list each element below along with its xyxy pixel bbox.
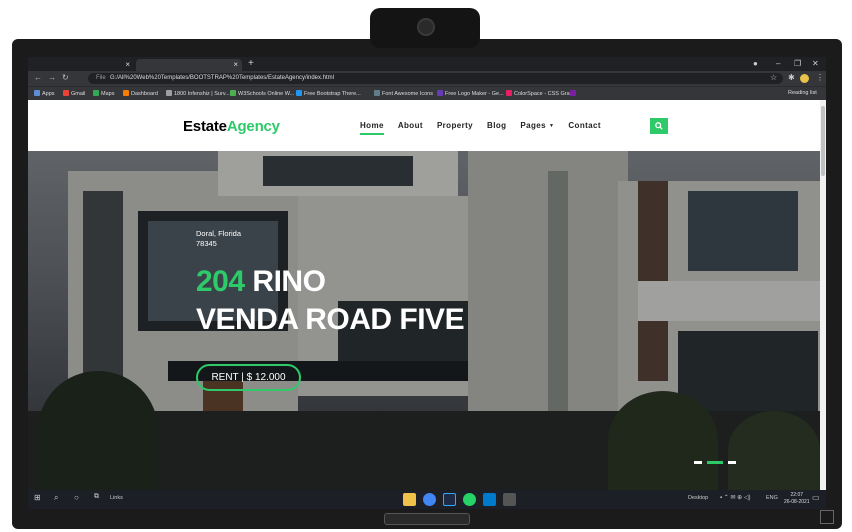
profile-avatar[interactable]: [800, 74, 809, 83]
bookmark-bootstrap[interactable]: Free Bootstrap There...: [296, 90, 361, 97]
restore-icon[interactable]: ❐: [794, 59, 801, 68]
screen: × × + ● – ❐ ✕ ← → ↻ File G:/All%20Web%20…: [28, 57, 826, 509]
url-bar[interactable]: File G:/All%20Web%20Templates/BOOTSTRAP%…: [88, 73, 783, 84]
extensions-puzzle-icon[interactable]: ✱: [788, 73, 795, 82]
bookmark-apps[interactable]: Apps: [34, 90, 55, 97]
taskbar: ⊞ ⌕ ○ ⧉ Links Desktop ▪ ⌃ ✉ ⊕ ◁) ENG 22:…: [28, 490, 826, 509]
clock[interactable]: 22:07 26-08-2021: [784, 492, 810, 506]
hero-slider: Doral, Florida 78345 204 RINO VENDA ROAD…: [28, 151, 820, 490]
rent-price-button[interactable]: RENT | $ 12.000: [196, 364, 301, 391]
links-toolbar[interactable]: Links: [110, 495, 123, 501]
website: EstateAgency Home About Property Blog Pa…: [28, 100, 826, 490]
main-nav: Home About Property Blog Pages ▼ Contact: [360, 121, 601, 135]
system-tray-icons[interactable]: ▪ ⌃ ✉ ⊕ ◁): [720, 494, 751, 501]
bookmark-star-icon[interactable]: ☆: [770, 73, 777, 82]
property-location: Doral, Florida 78345: [196, 229, 242, 248]
url-text: G:/All%20Web%20Templates/BOOTSTRAP%20Tem…: [110, 75, 334, 81]
logo-maker-icon: [437, 90, 443, 96]
minimize-icon[interactable]: –: [776, 59, 780, 68]
nav-blog[interactable]: Blog: [487, 121, 506, 130]
chrome-active-icon[interactable]: [503, 493, 516, 506]
windows-start-icon[interactable]: ⊞: [34, 493, 41, 502]
url-scheme: File: [96, 75, 106, 81]
purple-site-icon: [570, 90, 576, 96]
cortana-icon[interactable]: ○: [74, 493, 79, 502]
close-icon[interactable]: ×: [125, 60, 130, 69]
colorspace-icon: [506, 90, 512, 96]
window-close-icon[interactable]: ✕: [812, 59, 819, 68]
gmail-icon: [63, 90, 69, 96]
notification-icon[interactable]: ▭: [812, 493, 820, 502]
title-number: 204: [196, 265, 245, 298]
search-icon[interactable]: ⌕: [54, 493, 58, 503]
vscode-icon[interactable]: [483, 493, 496, 506]
apps-grid-icon: [34, 90, 40, 96]
webcam-lens: [417, 18, 435, 36]
new-tab-button[interactable]: +: [248, 58, 254, 69]
nav-pages[interactable]: Pages ▼: [520, 121, 554, 130]
site-header: EstateAgency Home About Property Blog Pa…: [28, 100, 826, 151]
chevron-down-icon: ▼: [549, 123, 555, 129]
chrome-icon[interactable]: [423, 493, 436, 506]
w3schools-icon: [230, 90, 236, 96]
page-scrollbar[interactable]: [820, 100, 826, 490]
search-button[interactable]: [650, 118, 668, 134]
bookmark-extra[interactable]: [570, 90, 578, 97]
extension-icon[interactable]: ●: [753, 59, 758, 68]
back-icon[interactable]: ←: [34, 73, 42, 82]
file-explorer-icon[interactable]: [403, 493, 416, 506]
bookmark-colorspace[interactable]: ColorSpace - CSS Gra...: [506, 90, 574, 97]
monitor-corner-button: [820, 510, 834, 524]
slider-dots: [694, 461, 736, 464]
bookmark-fontawesome[interactable]: Font Awesome Icons: [374, 90, 433, 97]
monitor-power-bar: [384, 513, 470, 525]
nav-home[interactable]: Home: [360, 121, 384, 135]
whatsapp-icon[interactable]: [463, 493, 476, 506]
task-view-icon[interactable]: ⧉: [94, 493, 99, 501]
forward-icon[interactable]: →: [48, 73, 56, 82]
flag-icon: [374, 90, 380, 96]
browser-tab-bar: × × + ● – ❐ ✕: [28, 57, 826, 71]
bookmark-logomaker[interactable]: Free Logo Maker - Ge...: [437, 90, 504, 97]
language-indicator[interactable]: ENG: [766, 495, 778, 501]
brand-logo[interactable]: EstateAgency: [183, 118, 280, 135]
nav-about[interactable]: About: [398, 121, 423, 130]
slider-dot[interactable]: [728, 461, 736, 464]
desktop-toolbar[interactable]: Desktop: [688, 495, 708, 501]
slider-dot-active[interactable]: [707, 461, 723, 464]
browser-tab-active[interactable]: ×: [136, 59, 242, 71]
close-icon[interactable]: ×: [233, 60, 238, 69]
menu-kebab-icon[interactable]: ⋮: [816, 73, 824, 82]
site-icon: [166, 90, 172, 96]
bookmark-dashboard[interactable]: Dashboard: [123, 90, 158, 97]
reading-list[interactable]: Reading list: [788, 90, 817, 96]
bookmark-w3schools[interactable]: W3Schools Online W...: [230, 90, 294, 97]
search-icon: [655, 122, 663, 130]
bootstrap-icon: [296, 90, 302, 96]
browser-tab[interactable]: ×: [34, 59, 134, 71]
dashboard-icon: [123, 90, 129, 96]
slider-dot[interactable]: [694, 461, 702, 464]
bookmarks-bar: Apps Gmail Maps Dashboard 1800 Infenshiz…: [28, 86, 826, 100]
hero-title: 204 RINO VENDA ROAD FIVE: [196, 265, 465, 336]
address-toolbar: ← → ↻ File G:/All%20Web%20Templates/BOOT…: [28, 71, 826, 86]
scroll-thumb[interactable]: [821, 106, 825, 176]
webcam: [370, 8, 480, 48]
bookmark-gmail[interactable]: Gmail: [63, 90, 85, 97]
nav-contact[interactable]: Contact: [568, 121, 601, 130]
bookmark-maps[interactable]: Maps: [93, 90, 114, 97]
maps-icon: [93, 90, 99, 96]
photoshop-icon[interactable]: [443, 493, 456, 506]
nav-property[interactable]: Property: [437, 121, 473, 130]
bookmark-internship[interactable]: 1800 Infenshiz | Surv...: [166, 90, 230, 97]
reload-icon[interactable]: ↻: [62, 73, 69, 82]
